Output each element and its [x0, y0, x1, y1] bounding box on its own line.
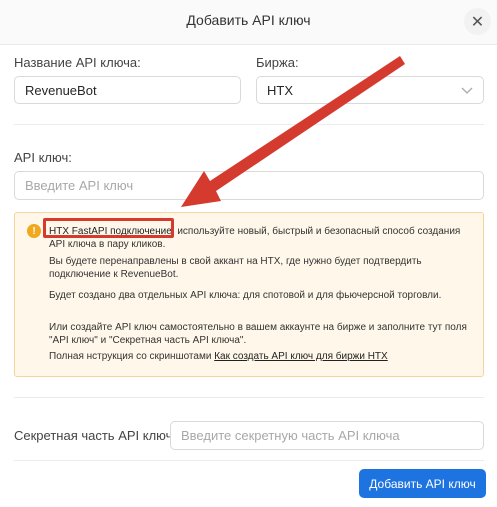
- notice-manual-line1: Или создайте API ключ самостоятельно в в…: [49, 322, 467, 333]
- notice-intro-line2: API ключа в пару кликов.: [49, 239, 166, 250]
- warning-icon: !: [27, 224, 41, 238]
- dialog-title: Добавить API ключ: [186, 12, 311, 28]
- notice-redirect-line1: Вы будете перенаправлены в свой аккант н…: [49, 256, 422, 267]
- secret-input[interactable]: Введите секретную часть API ключа: [170, 421, 484, 450]
- secret-placeholder: Введите секретную часть API ключа: [181, 428, 400, 443]
- api-key-input[interactable]: Введите API ключ: [14, 171, 484, 200]
- exchange-value: HTX: [267, 82, 293, 98]
- notice-intro-rest: , используйте новый, быстрый и безопасны…: [171, 226, 461, 237]
- divider: [14, 124, 484, 125]
- guide-link[interactable]: Как создать API ключ для биржи HTX: [214, 351, 388, 362]
- guide-prefix: Полная нструкция со скриншотами: [49, 351, 215, 362]
- notice-manual-line2: "API ключ" и "Секретная часть API ключа"…: [49, 335, 247, 346]
- api-key-label: API ключ:: [14, 150, 72, 165]
- notice-redirect: Вы будете перенаправлены в свой аккант н…: [49, 255, 474, 281]
- secret-label: Секретная часть API ключа:: [14, 428, 184, 443]
- chevron-down-icon: [461, 87, 473, 94]
- add-api-key-button[interactable]: Добавить API ключ: [359, 469, 486, 498]
- close-icon[interactable]: ✕: [464, 8, 491, 35]
- dialog-header: Добавить API ключ ✕: [0, 0, 497, 45]
- divider: [14, 397, 484, 398]
- divider: [14, 460, 484, 461]
- notice-manual: Или создайте API ключ самостоятельно в в…: [49, 321, 474, 347]
- key-name-label: Название API ключа:: [14, 55, 141, 70]
- key-name-value: RevenueBot: [25, 82, 97, 98]
- exchange-select[interactable]: HTX: [256, 76, 484, 104]
- notice-redirect-line2: подключение к RevenueBot.: [49, 269, 179, 280]
- annotation-highlight-box: [43, 218, 174, 238]
- key-name-input[interactable]: RevenueBot: [14, 76, 241, 104]
- notice-two-keys: Будет создано два отдельных API ключа: д…: [49, 290, 442, 301]
- api-key-placeholder: Введите API ключ: [25, 178, 134, 193]
- exchange-label: Биржа:: [256, 55, 299, 70]
- notice-guide: Полная нструкция со скриншотами Как созд…: [49, 350, 474, 363]
